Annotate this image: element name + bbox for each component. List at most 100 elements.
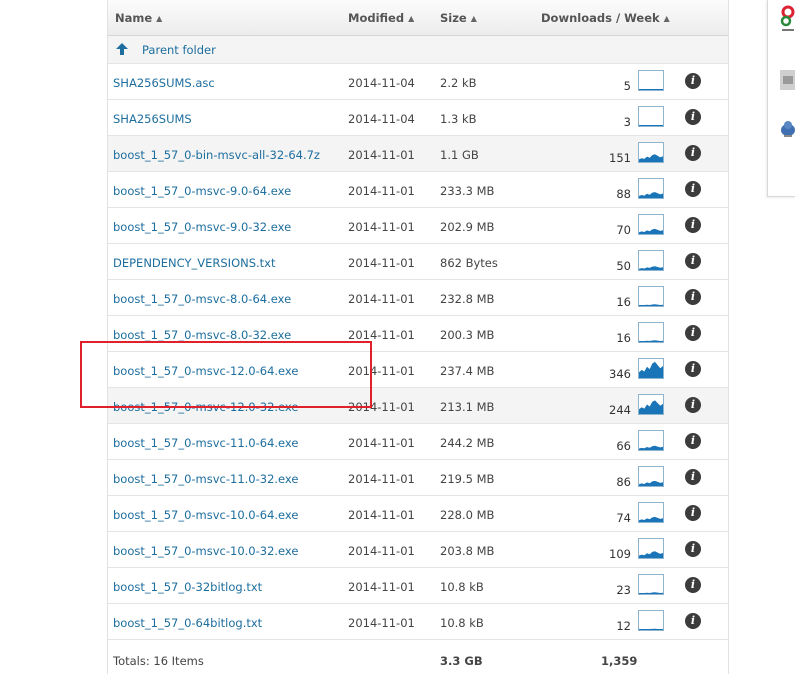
column-header-size[interactable]: Size ▲︎ (440, 11, 477, 25)
table-row: boost_1_57_0-msvc-8.0-32.exe 2014-11-01 20… (108, 316, 728, 352)
download-sparkline[interactable] (638, 610, 664, 631)
file-modified: 2014-11-01 (348, 148, 415, 162)
table-row: boost_1_57_0-64bitlog.txt 2014-11-01 10.8 … (108, 604, 728, 640)
file-modified: 2014-11-01 (348, 256, 415, 270)
file-downloads: 50 (616, 259, 631, 273)
download-sparkline[interactable] (638, 70, 664, 91)
file-name-link[interactable]: boost_1_57_0-64bitlog.txt (113, 616, 262, 630)
download-sparkline[interactable] (638, 466, 664, 487)
file-name-link[interactable]: DEPENDENCY_VERSIONS.txt (113, 256, 276, 270)
info-icon[interactable]: i (685, 289, 701, 305)
file-name-link[interactable]: boost_1_57_0-msvc-10.0-32.exe (113, 544, 298, 558)
file-modified: 2014-11-01 (348, 544, 415, 558)
file-downloads: 16 (616, 295, 631, 309)
file-size: 202.9 MB (440, 220, 495, 234)
file-downloads: 346 (609, 367, 631, 381)
table-row: boost_1_57_0-msvc-11.0-64.exe 2014-11-01 2… (108, 424, 728, 460)
info-icon[interactable]: i (685, 253, 701, 269)
info-icon[interactable]: i (685, 361, 701, 377)
file-name-link[interactable]: SHA256SUMS.asc (113, 76, 215, 90)
file-size: 10.8 kB (440, 616, 484, 630)
info-icon[interactable]: i (685, 613, 701, 629)
sort-icon: ▲︎ (156, 14, 163, 23)
file-downloads: 16 (616, 331, 631, 345)
file-name-link[interactable]: boost_1_57_0-msvc-11.0-64.exe (113, 436, 298, 450)
info-icon[interactable]: i (685, 181, 701, 197)
file-name-link[interactable]: boost_1_57_0-msvc-9.0-32.exe (113, 220, 291, 234)
info-icon[interactable]: i (685, 145, 701, 161)
file-size: 1.1 GB (440, 148, 479, 162)
download-sparkline[interactable] (638, 214, 664, 235)
download-sparkline[interactable] (638, 106, 664, 127)
download-sparkline[interactable] (638, 574, 664, 595)
file-downloads: 86 (616, 475, 631, 489)
download-sparkline[interactable] (638, 538, 664, 559)
download-sparkline[interactable] (638, 430, 664, 451)
info-icon[interactable]: i (685, 577, 701, 593)
totals-row: Totals: 16 Items 3.3 GB 1,359 (108, 640, 728, 674)
info-icon[interactable]: i (685, 541, 701, 557)
table-row: boost_1_57_0-msvc-9.0-64.exe 2014-11-01 23… (108, 172, 728, 208)
column-header-modified[interactable]: Modified ▲︎ (348, 11, 414, 25)
file-name-link[interactable]: boost_1_57_0-msvc-10.0-64.exe (113, 508, 298, 522)
download-sparkline[interactable] (638, 142, 664, 163)
file-name-link[interactable]: boost_1_57_0-msvc-12.0-32.exe (113, 400, 298, 414)
download-sparkline[interactable] (638, 322, 664, 343)
file-downloads: 70 (616, 223, 631, 237)
download-sparkline[interactable] (638, 178, 664, 199)
file-downloads: 109 (609, 547, 631, 561)
file-modified: 2014-11-01 (348, 508, 415, 522)
totals-downloads: 1,359 (601, 654, 638, 668)
parent-folder-link[interactable]: Parent folder (142, 43, 216, 57)
file-size: 244.2 MB (440, 436, 495, 450)
sort-icon: ▲︎ (408, 14, 415, 23)
file-size: 232.8 MB (440, 292, 495, 306)
table-row: boost_1_57_0-msvc-10.0-32.exe 2014-11-01 2… (108, 532, 728, 568)
table-row: boost_1_57_0-msvc-12.0-64.exe 2014-11-01 2… (108, 352, 728, 388)
file-downloads: 3 (623, 115, 631, 129)
file-downloads: 88 (616, 187, 631, 201)
info-icon[interactable]: i (685, 505, 701, 521)
file-name-link[interactable]: boost_1_57_0-msvc-8.0-32.exe (113, 328, 291, 342)
file-modified: 2014-11-01 (348, 580, 415, 594)
file-name-link[interactable]: boost_1_57_0-msvc-12.0-64.exe (113, 364, 298, 378)
file-downloads: 244 (609, 403, 631, 417)
file-downloads: 151 (609, 151, 631, 165)
download-sparkline[interactable] (638, 250, 664, 271)
info-icon[interactable]: i (685, 109, 701, 125)
file-name-link[interactable]: SHA256SUMS (113, 112, 192, 126)
column-header-downloads[interactable]: Downloads / Week ▲︎ (541, 11, 670, 25)
thumbnail-icon (780, 70, 795, 90)
table-row: boost_1_57_0-msvc-11.0-32.exe 2014-11-01 2… (108, 460, 728, 496)
info-icon[interactable]: i (685, 217, 701, 233)
table-row: boost_1_57_0-msvc-10.0-64.exe 2014-11-01 2… (108, 496, 728, 532)
file-modified: 2014-11-01 (348, 472, 415, 486)
column-header-name[interactable]: Name ▲︎ (115, 11, 162, 25)
info-icon[interactable]: i (685, 325, 701, 341)
file-modified: 2014-11-01 (348, 292, 415, 306)
info-icon[interactable]: i (685, 73, 701, 89)
info-icon[interactable]: i (685, 469, 701, 485)
download-sparkline[interactable] (638, 286, 664, 307)
file-size: 10.8 kB (440, 580, 484, 594)
file-name-link[interactable]: boost_1_57_0-msvc-8.0-64.exe (113, 292, 291, 306)
table-row: boost_1_57_0-msvc-12.0-32.exe 2014-11-01 2… (108, 388, 728, 424)
download-sparkline[interactable] (638, 394, 664, 415)
totals-size: 3.3 GB (440, 654, 483, 668)
table-row: DEPENDENCY_VERSIONS.txt 2014-11-01 862 Byt… (108, 244, 728, 280)
info-icon[interactable]: i (685, 433, 701, 449)
file-modified: 2014-11-01 (348, 184, 415, 198)
sort-icon: ▲︎ (663, 14, 670, 23)
file-name-link[interactable]: boost_1_57_0-bin-msvc-all-32-64.7z (113, 148, 320, 162)
side-panel (767, 0, 795, 197)
file-name-link[interactable]: boost_1_57_0-msvc-11.0-32.exe (113, 472, 298, 486)
table-header: Name ▲︎ Modified ▲︎ Size ▲︎ Downloads / Wee… (108, 0, 728, 36)
file-name-link[interactable]: boost_1_57_0-32bitlog.txt (113, 580, 262, 594)
file-modified: 2014-11-04 (348, 76, 415, 90)
file-name-link[interactable]: boost_1_57_0-msvc-9.0-64.exe (113, 184, 291, 198)
info-icon[interactable]: i (685, 397, 701, 413)
download-sparkline[interactable] (638, 358, 664, 379)
parent-folder-row[interactable]: Parent folder (108, 36, 728, 64)
download-sparkline[interactable] (638, 502, 664, 523)
file-size: 237.4 MB (440, 364, 495, 378)
